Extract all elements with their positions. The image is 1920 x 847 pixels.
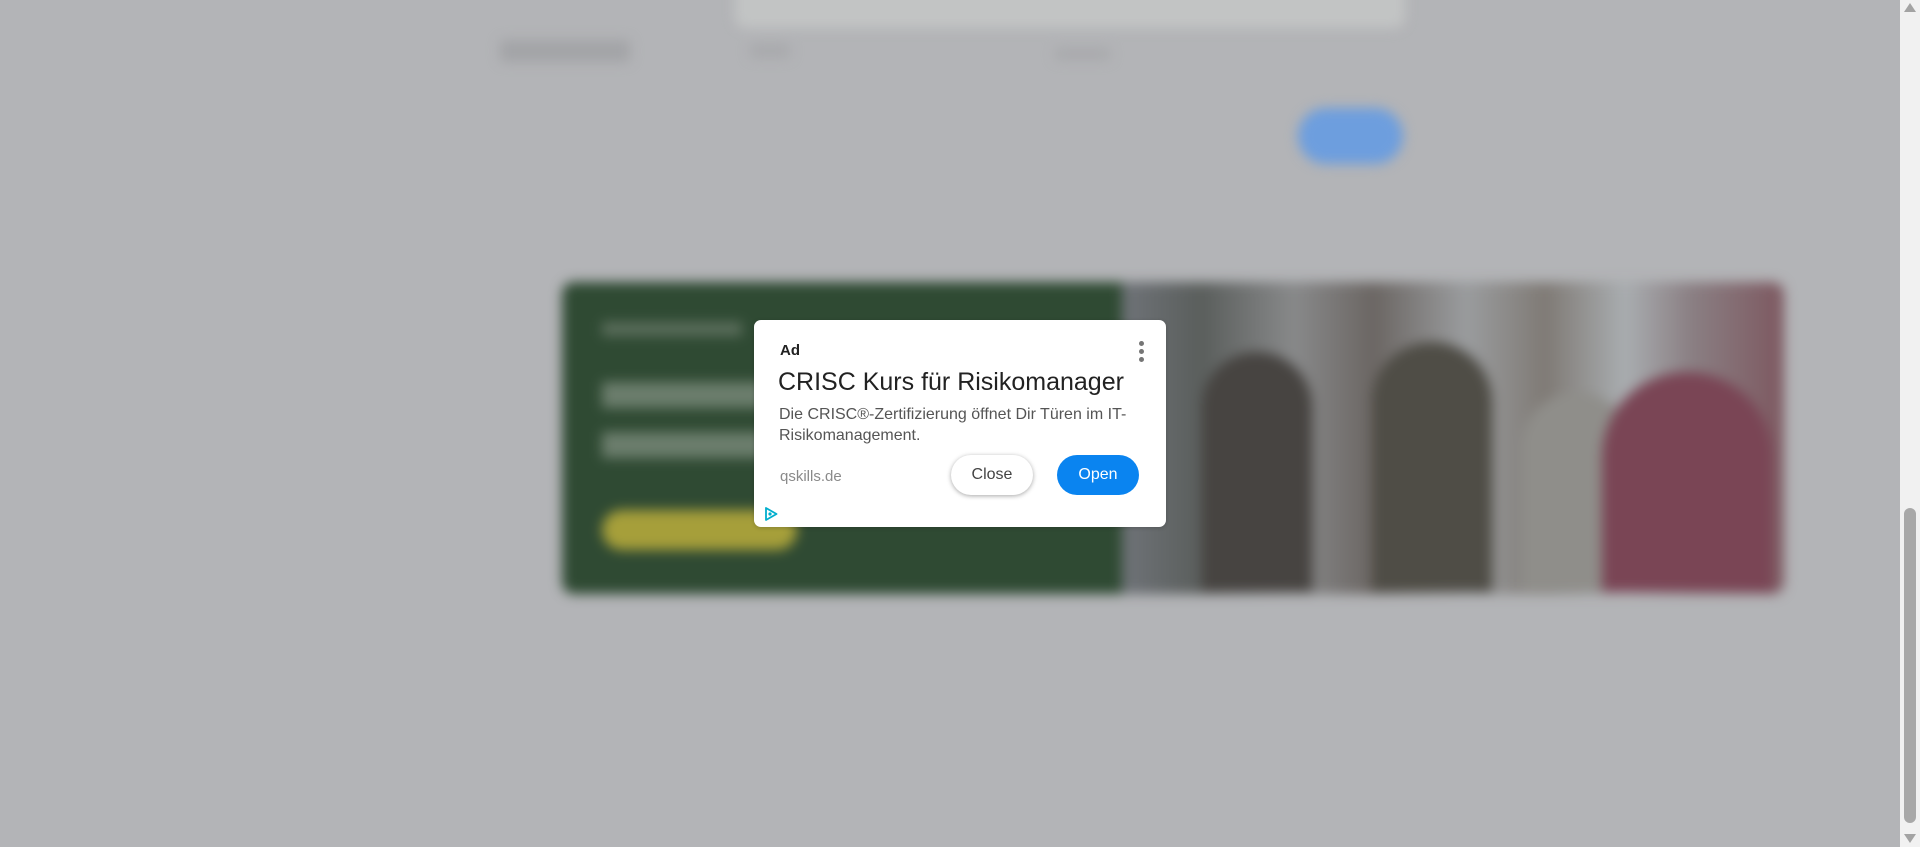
blurred-banner [562,282,1784,594]
ad-domain[interactable]: qskills.de [780,468,842,485]
scroll-up-arrow-icon[interactable] [1904,3,1916,12]
ad-label: Ad [780,342,800,359]
blurred-logo [500,40,630,62]
open-button[interactable]: Open [1057,455,1139,495]
blurred-search-bar [735,0,1405,28]
ad-dialog: Ad CRISC Kurs für Risikomanager Die CRIS… [754,320,1166,527]
blurred-nav-item [1055,48,1110,60]
adchoices-icon[interactable] [763,506,779,522]
scroll-down-arrow-icon[interactable] [1904,834,1916,843]
ad-title[interactable]: CRISC Kurs für Risikomanager [778,368,1124,397]
scrollbar-thumb[interactable] [1904,508,1916,823]
close-button[interactable]: Close [951,455,1033,495]
blurred-nav-item [750,44,790,58]
vertical-scrollbar[interactable] [1900,0,1920,847]
ad-description: Die CRISC®-Zertifizierung öffnet Dir Tür… [779,406,1127,444]
more-vert-icon[interactable] [1136,340,1146,366]
blurred-button [1298,108,1403,164]
